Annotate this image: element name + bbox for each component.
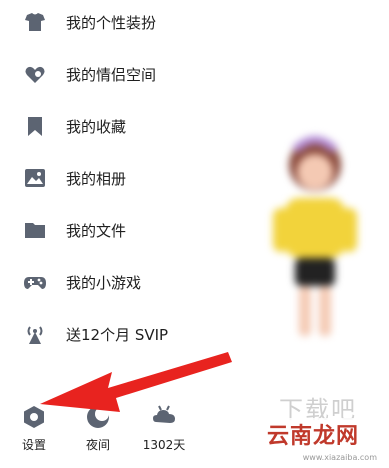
watermark-brand: 云南龙网 [264, 418, 361, 450]
folder-icon [22, 217, 48, 243]
watermark-url: www.xiazaiba.com [302, 453, 377, 462]
menu-item-files[interactable]: 我的文件 [0, 210, 240, 250]
moon-icon [85, 404, 111, 430]
avatar-figure [255, 120, 375, 350]
menu-item-personalize[interactable]: 我的个性装扮 [0, 2, 240, 42]
gamepad-icon [22, 269, 48, 295]
bookmark-icon [22, 113, 48, 139]
settings-label: 设置 [21, 438, 46, 452]
photo-icon [22, 165, 48, 191]
menu-item-svip-gift[interactable]: 送12个月 SVIP [0, 314, 240, 354]
menu-item-label: 我的小游戏 [66, 273, 142, 292]
shirt-icon [22, 9, 48, 35]
settings-hexagon-icon [21, 404, 47, 430]
days-counter-label: 1302天 [142, 438, 186, 452]
watermark: 下载吧 云南龙网 www.xiazaiba.com [239, 390, 379, 462]
cloud-weather-icon [151, 404, 177, 430]
menu-item-favorites[interactable]: 我的收藏 [0, 106, 240, 146]
menu-item-album[interactable]: 我的相册 [0, 158, 240, 198]
couple-heart-icon [22, 61, 48, 87]
menu-item-label: 送12个月 SVIP [66, 325, 169, 344]
menu-item-label: 我的收藏 [66, 117, 127, 136]
night-mode-button[interactable]: 夜间 [68, 400, 128, 460]
menu-item-label: 我的相册 [66, 169, 127, 188]
weather-days-button[interactable]: 1302天 [134, 400, 194, 460]
menu-item-label: 我的文件 [66, 221, 127, 240]
broadcast-tower-icon [22, 321, 48, 347]
menu-item-mini-games[interactable]: 我的小游戏 [0, 262, 240, 302]
menu-item-couple-space[interactable]: 我的情侣空间 [0, 54, 240, 94]
night-mode-label: 夜间 [85, 438, 110, 452]
menu-item-label: 我的情侣空间 [66, 65, 157, 84]
settings-button[interactable]: 设置 [4, 400, 64, 460]
menu-item-label: 我的个性装扮 [66, 13, 157, 32]
